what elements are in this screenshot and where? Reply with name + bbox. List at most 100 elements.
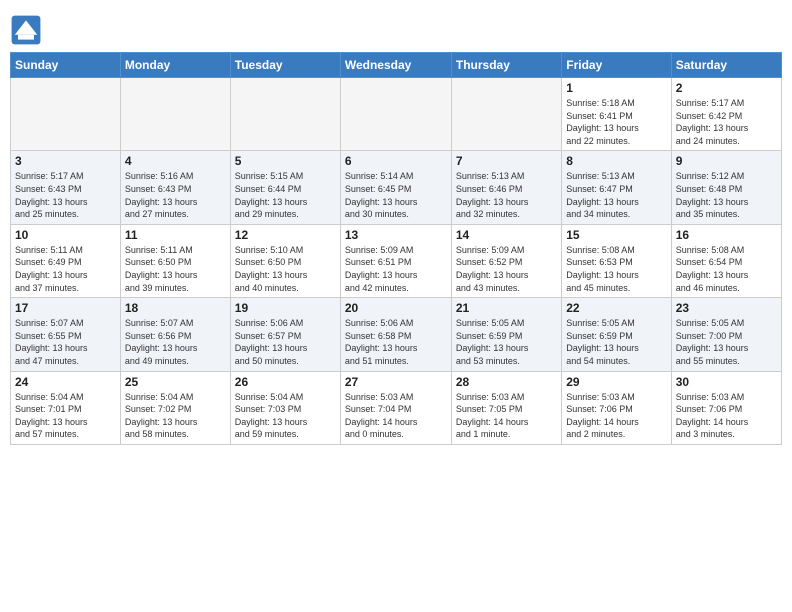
day-number: 24 bbox=[15, 375, 116, 389]
calendar-day: 27 Sunrise: 5:03 AM Sunset: 7:04 PM Dayli… bbox=[340, 371, 451, 444]
day-number: 14 bbox=[456, 228, 557, 242]
day-info: Sunrise: 5:11 AM Sunset: 6:49 PM Dayligh… bbox=[15, 244, 116, 294]
day-number: 15 bbox=[566, 228, 666, 242]
calendar-day: 16 Sunrise: 5:08 AM Sunset: 6:54 PM Dayli… bbox=[671, 224, 781, 297]
calendar-day: 10Sunrise: 5:11 AM Sunset: 6:49 PM Dayli… bbox=[11, 224, 121, 297]
calendar-table: SundayMondayTuesdayWednesdayThursdayFrid… bbox=[10, 52, 782, 445]
day-number: 13 bbox=[345, 228, 447, 242]
weekday-header-row: SundayMondayTuesdayWednesdayThursdayFrid… bbox=[11, 53, 782, 78]
calendar-day: 7 Sunrise: 5:13 AM Sunset: 6:46 PM Daylig… bbox=[451, 151, 561, 224]
calendar-day: 29Sunrise: 5:03 AM Sunset: 7:06 PM Dayli… bbox=[562, 371, 671, 444]
calendar-day: 21Sunrise: 5:05 AM Sunset: 6:59 PM Dayli… bbox=[451, 298, 561, 371]
day-info: Sunrise: 5:17 AM Sunset: 6:42 PM Dayligh… bbox=[676, 97, 777, 147]
calendar-day: 22Sunrise: 5:05 AM Sunset: 6:59 PM Dayli… bbox=[562, 298, 671, 371]
day-number: 17 bbox=[15, 301, 116, 315]
day-info: Sunrise: 5:03 AM Sunset: 7:06 PM Dayligh… bbox=[566, 391, 666, 441]
page-header bbox=[10, 10, 782, 46]
day-number: 25 bbox=[125, 375, 226, 389]
calendar-day bbox=[340, 78, 451, 151]
weekday-header-sunday: Sunday bbox=[11, 53, 121, 78]
day-info: Sunrise: 5:03 AM Sunset: 7:05 PM Dayligh… bbox=[456, 391, 557, 441]
day-info: Sunrise: 5:13 AM Sunset: 6:46 PM Dayligh… bbox=[456, 170, 557, 220]
calendar-day bbox=[230, 78, 340, 151]
calendar-day: 6 Sunrise: 5:14 AM Sunset: 6:45 PM Daylig… bbox=[340, 151, 451, 224]
logo bbox=[10, 14, 46, 46]
day-number: 28 bbox=[456, 375, 557, 389]
calendar-day: 26 Sunrise: 5:04 AM Sunset: 7:03 PM Dayli… bbox=[230, 371, 340, 444]
day-number: 20 bbox=[345, 301, 447, 315]
day-number: 4 bbox=[125, 154, 226, 168]
calendar-day: 12 Sunrise: 5:10 AM Sunset: 6:50 PM Dayli… bbox=[230, 224, 340, 297]
weekday-header-thursday: Thursday bbox=[451, 53, 561, 78]
day-info: Sunrise: 5:13 AM Sunset: 6:47 PM Dayligh… bbox=[566, 170, 666, 220]
calendar-day: 2 Sunrise: 5:17 AM Sunset: 6:42 PM Daylig… bbox=[671, 78, 781, 151]
day-number: 23 bbox=[676, 301, 777, 315]
calendar-day: 11Sunrise: 5:11 AM Sunset: 6:50 PM Dayli… bbox=[120, 224, 230, 297]
day-info: Sunrise: 5:10 AM Sunset: 6:50 PM Dayligh… bbox=[235, 244, 336, 294]
day-info: Sunrise: 5:06 AM Sunset: 6:58 PM Dayligh… bbox=[345, 317, 447, 367]
calendar-day: 28 Sunrise: 5:03 AM Sunset: 7:05 PM Dayli… bbox=[451, 371, 561, 444]
day-info: Sunrise: 5:07 AM Sunset: 6:56 PM Dayligh… bbox=[125, 317, 226, 367]
calendar-day bbox=[120, 78, 230, 151]
calendar-day: 25 Sunrise: 5:04 AM Sunset: 7:02 PM Dayli… bbox=[120, 371, 230, 444]
day-number: 6 bbox=[345, 154, 447, 168]
calendar-day: 17Sunrise: 5:07 AM Sunset: 6:55 PM Dayli… bbox=[11, 298, 121, 371]
day-number: 26 bbox=[235, 375, 336, 389]
day-info: Sunrise: 5:12 AM Sunset: 6:48 PM Dayligh… bbox=[676, 170, 777, 220]
calendar-day: 30 Sunrise: 5:03 AM Sunset: 7:06 PM Dayli… bbox=[671, 371, 781, 444]
day-number: 7 bbox=[456, 154, 557, 168]
calendar-day: 14 Sunrise: 5:09 AM Sunset: 6:52 PM Dayli… bbox=[451, 224, 561, 297]
day-info: Sunrise: 5:14 AM Sunset: 6:45 PM Dayligh… bbox=[345, 170, 447, 220]
calendar-day: 18 Sunrise: 5:07 AM Sunset: 6:56 PM Dayli… bbox=[120, 298, 230, 371]
day-info: Sunrise: 5:11 AM Sunset: 6:50 PM Dayligh… bbox=[125, 244, 226, 294]
calendar-week-1: 1 Sunrise: 5:18 AM Sunset: 6:41 PM Daylig… bbox=[11, 78, 782, 151]
day-info: Sunrise: 5:08 AM Sunset: 6:54 PM Dayligh… bbox=[676, 244, 777, 294]
day-number: 9 bbox=[676, 154, 777, 168]
day-number: 1 bbox=[566, 81, 666, 95]
day-info: Sunrise: 5:08 AM Sunset: 6:53 PM Dayligh… bbox=[566, 244, 666, 294]
logo-icon bbox=[10, 14, 42, 46]
day-number: 18 bbox=[125, 301, 226, 315]
day-info: Sunrise: 5:04 AM Sunset: 7:02 PM Dayligh… bbox=[125, 391, 226, 441]
calendar-day: 5 Sunrise: 5:15 AM Sunset: 6:44 PM Daylig… bbox=[230, 151, 340, 224]
calendar-day: 23 Sunrise: 5:05 AM Sunset: 7:00 PM Dayli… bbox=[671, 298, 781, 371]
calendar-day bbox=[451, 78, 561, 151]
calendar-day: 4 Sunrise: 5:16 AM Sunset: 6:43 PM Daylig… bbox=[120, 151, 230, 224]
day-info: Sunrise: 5:06 AM Sunset: 6:57 PM Dayligh… bbox=[235, 317, 336, 367]
calendar-day: 15 Sunrise: 5:08 AM Sunset: 6:53 PM Dayli… bbox=[562, 224, 671, 297]
day-info: Sunrise: 5:16 AM Sunset: 6:43 PM Dayligh… bbox=[125, 170, 226, 220]
day-info: Sunrise: 5:09 AM Sunset: 6:51 PM Dayligh… bbox=[345, 244, 447, 294]
day-number: 3 bbox=[15, 154, 116, 168]
calendar-week-5: 24 Sunrise: 5:04 AM Sunset: 7:01 PM Dayli… bbox=[11, 371, 782, 444]
calendar-day: 13 Sunrise: 5:09 AM Sunset: 6:51 PM Dayli… bbox=[340, 224, 451, 297]
weekday-header-monday: Monday bbox=[120, 53, 230, 78]
day-number: 12 bbox=[235, 228, 336, 242]
calendar-week-3: 10Sunrise: 5:11 AM Sunset: 6:49 PM Dayli… bbox=[11, 224, 782, 297]
day-number: 16 bbox=[676, 228, 777, 242]
day-info: Sunrise: 5:15 AM Sunset: 6:44 PM Dayligh… bbox=[235, 170, 336, 220]
day-info: Sunrise: 5:18 AM Sunset: 6:41 PM Dayligh… bbox=[566, 97, 666, 147]
weekday-header-saturday: Saturday bbox=[671, 53, 781, 78]
day-info: Sunrise: 5:05 AM Sunset: 7:00 PM Dayligh… bbox=[676, 317, 777, 367]
calendar-day: 24 Sunrise: 5:04 AM Sunset: 7:01 PM Dayli… bbox=[11, 371, 121, 444]
calendar-day: 1 Sunrise: 5:18 AM Sunset: 6:41 PM Daylig… bbox=[562, 78, 671, 151]
calendar-day bbox=[11, 78, 121, 151]
weekday-header-wednesday: Wednesday bbox=[340, 53, 451, 78]
calendar-week-4: 17Sunrise: 5:07 AM Sunset: 6:55 PM Dayli… bbox=[11, 298, 782, 371]
day-number: 2 bbox=[676, 81, 777, 95]
day-info: Sunrise: 5:09 AM Sunset: 6:52 PM Dayligh… bbox=[456, 244, 557, 294]
day-number: 19 bbox=[235, 301, 336, 315]
weekday-header-tuesday: Tuesday bbox=[230, 53, 340, 78]
day-info: Sunrise: 5:05 AM Sunset: 6:59 PM Dayligh… bbox=[566, 317, 666, 367]
day-info: Sunrise: 5:04 AM Sunset: 7:01 PM Dayligh… bbox=[15, 391, 116, 441]
day-number: 8 bbox=[566, 154, 666, 168]
day-info: Sunrise: 5:03 AM Sunset: 7:06 PM Dayligh… bbox=[676, 391, 777, 441]
day-info: Sunrise: 5:04 AM Sunset: 7:03 PM Dayligh… bbox=[235, 391, 336, 441]
day-number: 27 bbox=[345, 375, 447, 389]
calendar-day: 20 Sunrise: 5:06 AM Sunset: 6:58 PM Dayli… bbox=[340, 298, 451, 371]
day-number: 30 bbox=[676, 375, 777, 389]
day-number: 21 bbox=[456, 301, 557, 315]
day-number: 5 bbox=[235, 154, 336, 168]
calendar-day: 19 Sunrise: 5:06 AM Sunset: 6:57 PM Dayli… bbox=[230, 298, 340, 371]
day-info: Sunrise: 5:03 AM Sunset: 7:04 PM Dayligh… bbox=[345, 391, 447, 441]
